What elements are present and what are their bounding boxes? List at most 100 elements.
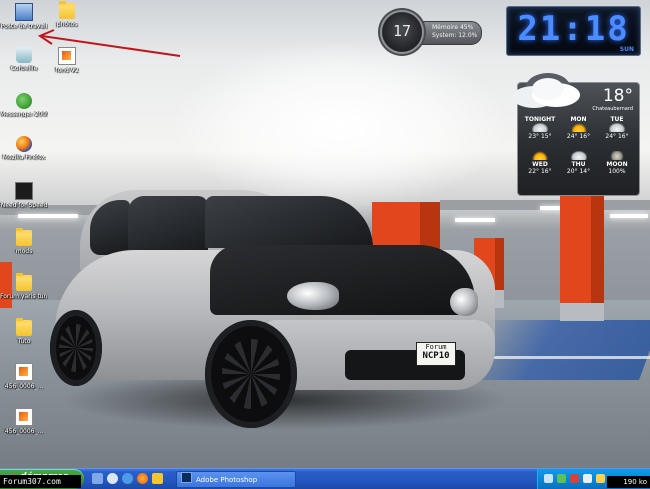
desktop-icon-image-1[interactable]: 456_0006_... bbox=[0, 363, 48, 390]
forecast-temps: 24° 16° bbox=[605, 133, 629, 140]
sun-icon bbox=[570, 123, 587, 132]
desktop-icon-label: Mozilla Firefox bbox=[2, 154, 46, 161]
messenger-tray-icon[interactable] bbox=[557, 474, 566, 483]
forecast-day: TUE bbox=[610, 116, 624, 123]
computer-icon bbox=[15, 3, 33, 21]
show-desktop-icon[interactable] bbox=[92, 473, 103, 484]
desktop-icon-label: Poste de travail bbox=[0, 23, 48, 30]
messenger-icon bbox=[16, 93, 32, 109]
desktop-icon-label: 456_0006_... bbox=[4, 383, 44, 390]
desktop-icon-photos-folder[interactable]: photos bbox=[43, 1, 91, 28]
ceiling-lamp bbox=[18, 214, 78, 218]
forecast-cell: MON 24° 16° bbox=[561, 116, 597, 140]
car-front-wheel bbox=[205, 320, 297, 428]
floor-line bbox=[480, 356, 650, 359]
cloud-icon bbox=[512, 73, 580, 108]
game-icon bbox=[15, 182, 33, 200]
moon-icon bbox=[609, 151, 625, 160]
car-hood bbox=[210, 245, 475, 315]
cloudy-icon bbox=[609, 123, 625, 132]
forecast-day: THU bbox=[571, 161, 586, 168]
forecast-cell: WED 22° 16° bbox=[522, 151, 558, 175]
car-windshield bbox=[205, 196, 373, 248]
forecast-day: MOON bbox=[606, 161, 628, 168]
forecast-row: WED 22° 16° THU 20° 14° MOON 100% bbox=[522, 151, 635, 175]
image-file-icon bbox=[58, 47, 76, 65]
desktop-icon-label: Corbeille bbox=[10, 65, 38, 72]
ceiling-lamp bbox=[610, 214, 648, 218]
desktop-icon-label: photos bbox=[56, 21, 78, 28]
firefox-icon bbox=[16, 136, 32, 152]
desktop-icon-firefox[interactable]: Mozilla Firefox bbox=[0, 136, 48, 161]
security-icon[interactable] bbox=[570, 474, 579, 483]
license-plate: Forum NCP10 bbox=[416, 342, 456, 366]
forecast-cell: MOON 100% bbox=[599, 151, 635, 175]
sun-icon bbox=[532, 151, 548, 160]
folder-icon bbox=[59, 1, 75, 19]
clock-day: SUN bbox=[619, 46, 634, 53]
cloudy-icon bbox=[532, 123, 548, 132]
clock-time: 21:18 bbox=[517, 9, 630, 49]
forecast-row: TONIGHT 23° 15° MON 24° 16° TUE 24° 16° bbox=[522, 116, 635, 140]
cpu-meter-line-2: System: 12.0% bbox=[432, 32, 478, 39]
desktop-icon-messenger[interactable]: Messenger 2009 bbox=[0, 93, 48, 118]
ceiling-light-glow bbox=[170, 40, 510, 210]
forecast-temps: 23° 15° bbox=[528, 133, 552, 140]
cloudy-icon bbox=[570, 151, 587, 160]
recycle-bin-icon bbox=[16, 47, 32, 63]
desktop-icon-label: Need for Speed bbox=[0, 202, 48, 209]
desktop-icon-tuto-folder[interactable]: Tuto bbox=[0, 318, 48, 345]
forecast-day: TONIGHT bbox=[524, 116, 556, 123]
car-headlight bbox=[287, 282, 339, 310]
cpu-meter-value: 17 bbox=[392, 22, 412, 40]
folder-icon bbox=[16, 273, 32, 291]
forecast-day: WED bbox=[532, 161, 548, 168]
internet-explorer-icon[interactable] bbox=[122, 473, 133, 484]
update-icon[interactable] bbox=[596, 474, 605, 483]
desktop-icon-mods-folder[interactable]: mods bbox=[0, 228, 48, 255]
desktop-icon-image-2[interactable]: 456_0006_... bbox=[0, 408, 48, 435]
desktop-icon-my-computer[interactable]: Poste de travail bbox=[0, 3, 48, 30]
cpu-meter-gadget[interactable]: 17 Mémoire 45% System: 12.0% bbox=[382, 12, 486, 52]
image-file-icon bbox=[15, 408, 33, 426]
image-file-icon bbox=[15, 363, 33, 381]
folder-icon bbox=[16, 318, 32, 336]
forecast-cell: THU 20° 14° bbox=[561, 151, 597, 175]
folder-icon bbox=[16, 228, 32, 246]
firefox-quick-icon[interactable] bbox=[137, 473, 148, 484]
forecast-day: MON bbox=[570, 116, 587, 123]
media-player-icon[interactable] bbox=[107, 473, 118, 484]
car-headlight bbox=[450, 288, 478, 316]
plate-line-2: NCP10 bbox=[422, 351, 450, 361]
taskbar-window-title: Adobe Photoshop bbox=[196, 476, 258, 484]
desktop-icon-recycle-bin[interactable]: Corbeille bbox=[0, 47, 48, 72]
weather-temperature: 18° bbox=[602, 86, 633, 106]
weather-gadget[interactable]: 18° Chateaubernard TONIGHT 23° 15° MON 2… bbox=[512, 73, 640, 196]
desktop-icon-game[interactable]: Need for Speed bbox=[0, 182, 48, 209]
cpu-meter-dial: 17 bbox=[382, 12, 422, 52]
car-side-window bbox=[128, 196, 208, 254]
desktop-icon-label: 456_0006_... bbox=[4, 428, 44, 435]
desktop-icon-label: Forum yaris tuning bbox=[0, 293, 48, 300]
desktop-icon-label: Messenger 2009 bbox=[0, 111, 48, 118]
ceiling-lamp bbox=[455, 218, 495, 222]
photoshop-icon bbox=[181, 472, 192, 483]
taskbar: démarrer Adobe Photoshop bbox=[0, 468, 650, 489]
folder-quick-icon[interactable] bbox=[152, 473, 163, 484]
forecast-temps: 22° 16° bbox=[528, 168, 552, 175]
volume-icon[interactable] bbox=[583, 474, 592, 483]
desktop-icon-label: mods bbox=[15, 248, 33, 255]
network-icon[interactable] bbox=[544, 474, 553, 483]
forecast-temps: 24° 16° bbox=[566, 133, 591, 140]
desktop-icon-forum-folder[interactable]: Forum yaris tuning bbox=[0, 273, 48, 300]
forecast-temps: 20° 14° bbox=[566, 168, 591, 175]
orange-pillar bbox=[560, 195, 604, 321]
desktop-icon-fond-v2[interactable]: fond V2 bbox=[43, 47, 91, 74]
taskbar-window-photoshop[interactable]: Adobe Photoshop bbox=[176, 471, 296, 488]
forecast-cell: TONIGHT 23° 15° bbox=[522, 116, 558, 140]
digital-clock-gadget[interactable]: 21:18 SUN bbox=[506, 6, 641, 56]
car-rear-wheel bbox=[50, 310, 102, 386]
cpu-meter-line-1: Mémoire 45% bbox=[432, 24, 474, 31]
forum-watermark: Forum307.com bbox=[0, 475, 81, 488]
forecast-temps: 100% bbox=[608, 168, 626, 175]
